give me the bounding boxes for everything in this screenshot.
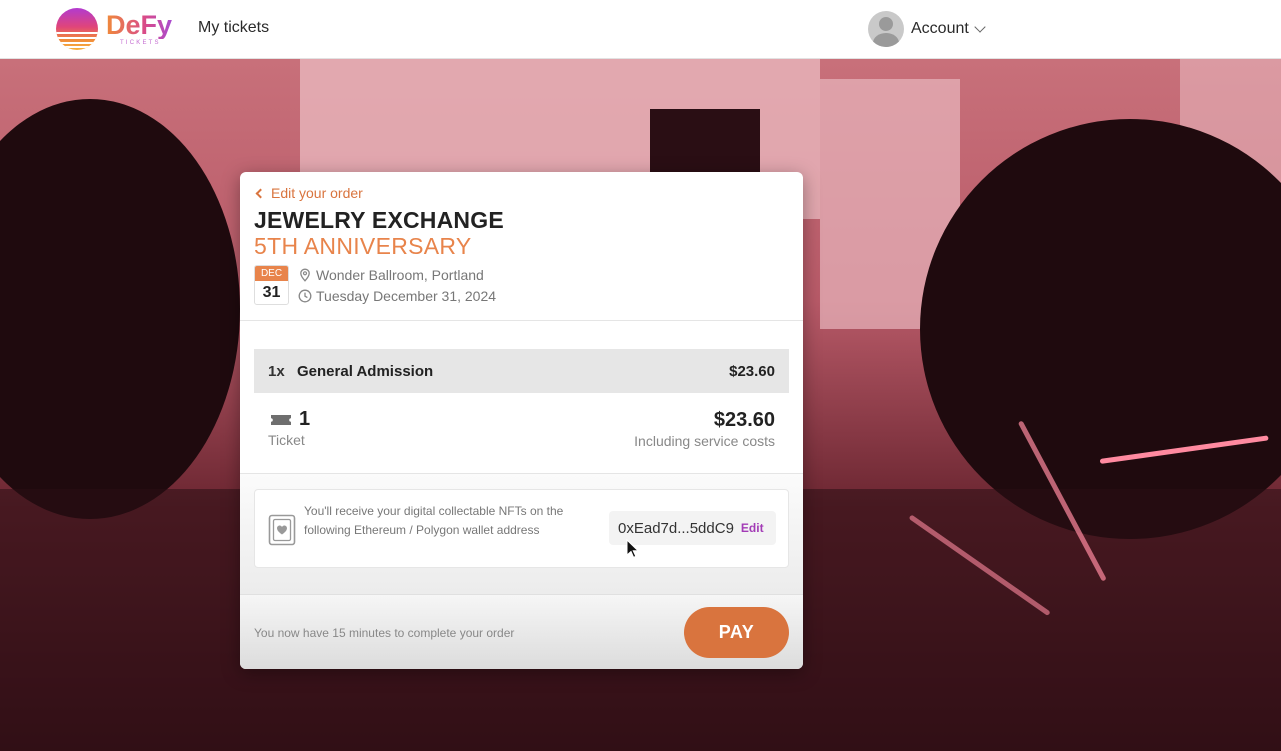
line-item-row: 1x General Admission $23.60 (254, 349, 789, 393)
date-month: DEC (255, 266, 288, 281)
account-menu[interactable]: Account (868, 11, 986, 47)
edit-order-link[interactable]: Edit your order (255, 185, 363, 201)
wallet-address: 0xEad7d...5ddC9 (618, 519, 734, 537)
line-item-qty: 1x (268, 363, 285, 380)
account-label: Account (911, 20, 969, 37)
defy-logo[interactable]: DeFy TICKETS (56, 7, 176, 51)
timer-text: You now have 15 minutes to complete your… (254, 626, 515, 640)
nft-wallet-box: You'll receive your digital collectable … (254, 489, 789, 568)
total-block: $23.60 Including service costs (634, 408, 775, 449)
avatar-icon (868, 11, 904, 47)
nav-my-tickets[interactable]: My tickets (198, 19, 269, 37)
logo-wordmark: DeFy (106, 10, 173, 40)
date-day: 31 (262, 284, 281, 301)
nft-card-icon (268, 514, 296, 546)
location-pin-icon (300, 268, 310, 282)
total-note: Including service costs (634, 433, 775, 449)
date-text: Tuesday December 31, 2024 (316, 288, 497, 304)
chevron-left-icon (255, 188, 266, 198)
top-navbar: DeFy TICKETS My tickets Account (0, 0, 1281, 59)
venue-text: Wonder Ballroom, Portland (316, 267, 484, 283)
ticket-icon (271, 415, 291, 425)
line-item-price: $23.60 (729, 363, 775, 380)
checkout-footer: You now have 15 minutes to complete your… (240, 594, 803, 669)
pay-button[interactable]: PAY (684, 607, 789, 658)
logo-subtitle: TICKETS (120, 40, 161, 46)
line-item-name: General Admission (297, 363, 434, 380)
order-total: $23.60 (713, 409, 775, 431)
event-subtitle: 5TH ANNIVERSARY (254, 233, 472, 259)
order-card: Edit your order JEWELRY EXCHANGE 5TH ANN… (240, 172, 803, 669)
date-row: Tuesday December 31, 2024 (298, 288, 496, 304)
nft-message: You'll receive your digital collectable … (304, 504, 564, 537)
defy-logo-icon (56, 8, 98, 50)
edit-wallet-button[interactable]: Edit (741, 521, 764, 535)
clock-icon (298, 289, 312, 303)
cursor-icon (626, 539, 640, 558)
event-title: JEWELRY EXCHANGE (254, 207, 504, 233)
nft-section: You'll receive your digital collectable … (240, 474, 803, 594)
divider (240, 320, 803, 321)
chevron-down-icon (974, 21, 986, 33)
edit-order-label: Edit your order (271, 185, 363, 201)
ticket-count-label: Ticket (268, 432, 305, 448)
venue-row: Wonder Ballroom, Portland (298, 267, 484, 283)
ticket-count: 1 (299, 408, 311, 430)
date-badge: DEC 31 (254, 265, 289, 305)
